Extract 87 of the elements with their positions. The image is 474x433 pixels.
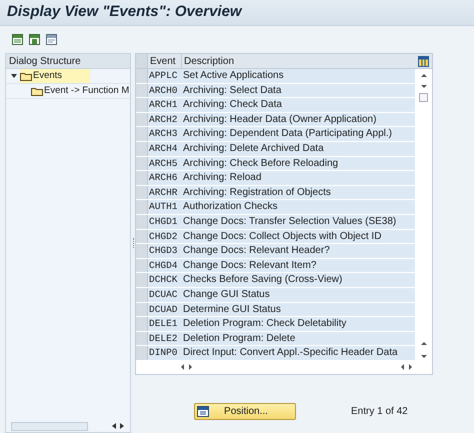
table-cell: DCUAD bbox=[148, 302, 181, 316]
table-cell: AUTH1 bbox=[148, 200, 181, 214]
table-cell: ARCH6 bbox=[148, 171, 181, 185]
table-cell: Change Docs: Relevant Item? bbox=[181, 258, 415, 272]
window-title: Display View "Events": Overview bbox=[7, 2, 242, 22]
column-settings-icon[interactable] bbox=[418, 56, 429, 67]
table-cell: Archiving: Check Before Reloading bbox=[181, 156, 415, 170]
row-selector[interactable] bbox=[136, 156, 148, 170]
row-selector[interactable] bbox=[136, 112, 148, 126]
table-cell: APPLC bbox=[148, 69, 181, 83]
table-cell: DCUAC bbox=[148, 288, 181, 302]
scroll-thumb[interactable] bbox=[419, 93, 428, 102]
table-cell: Archiving: Header Data (Owner Application) bbox=[181, 112, 415, 126]
table-cell: Archiving: Select Data bbox=[181, 84, 415, 98]
table-cell: ARCH0 bbox=[148, 84, 181, 98]
tree-item[interactable]: Events bbox=[20, 69, 90, 83]
document-icon[interactable] bbox=[46, 34, 57, 44]
table-icon[interactable] bbox=[12, 34, 23, 44]
row-selector[interactable] bbox=[136, 317, 148, 331]
table-cell: ARCH2 bbox=[148, 112, 181, 126]
table-cell: DELE2 bbox=[148, 332, 181, 346]
table-cell: Checks Before Saving (Cross-View) bbox=[181, 273, 415, 287]
table-cell: CHGD4 bbox=[148, 258, 181, 272]
scroll-left-icon[interactable] bbox=[112, 423, 116, 429]
panel-header: Dialog Structure bbox=[6, 54, 130, 69]
row-selector[interactable] bbox=[136, 258, 148, 272]
table-cell: Deletion Program: Delete bbox=[181, 332, 415, 346]
table-cell: ARCH3 bbox=[148, 127, 181, 141]
row-selector[interactable] bbox=[136, 200, 148, 214]
row-selector[interactable] bbox=[136, 346, 148, 360]
table-cell: CHGD1 bbox=[148, 214, 181, 229]
table-cell: Change Docs: Relevant Header? bbox=[181, 244, 415, 258]
scroll-right-icon[interactable] bbox=[409, 364, 412, 370]
scroll-left-icon[interactable] bbox=[401, 364, 404, 370]
tree-item[interactable]: Event -> Function M bbox=[31, 84, 130, 98]
row-selector[interactable] bbox=[136, 273, 148, 287]
column-header[interactable]: Event bbox=[148, 54, 181, 68]
scroll-down-icon[interactable] bbox=[420, 354, 426, 358]
row-selector[interactable] bbox=[136, 142, 148, 156]
entry-count: Entry 1 of 42 bbox=[351, 404, 408, 419]
row-selector[interactable] bbox=[136, 302, 148, 316]
table-cell: ARCH5 bbox=[148, 156, 181, 170]
table-cell: Change Docs: Transfer Selection Values (SE38) bbox=[181, 214, 415, 229]
table-cell: Authorization Checks bbox=[181, 200, 415, 214]
position-button[interactable]: Position... bbox=[194, 402, 296, 420]
scroll-left-icon[interactable] bbox=[181, 364, 184, 370]
scroll-up-icon[interactable] bbox=[420, 74, 426, 77]
scroll-right-icon[interactable] bbox=[120, 423, 124, 429]
table-cell: Archiving: Check Data bbox=[181, 98, 415, 112]
table-cell: Archiving: Dependent Data (Participating Appl.) bbox=[181, 127, 415, 141]
scroll-right-icon[interactable] bbox=[189, 364, 192, 370]
row-selector[interactable] bbox=[136, 127, 148, 141]
scroll-down-icon[interactable] bbox=[420, 85, 426, 88]
table-cell: ARCH4 bbox=[148, 142, 181, 156]
table-cell: Determine GUI Status bbox=[181, 302, 415, 316]
table-cell: Deletion Program: Check Deletability bbox=[181, 317, 415, 331]
folder-icon bbox=[31, 86, 43, 96]
table-cell: Change GUI Status bbox=[181, 288, 415, 302]
table-cell: Set Active Applications bbox=[181, 69, 415, 83]
row-selector[interactable] bbox=[136, 214, 148, 229]
scrollbar[interactable] bbox=[11, 422, 88, 430]
table-cell: ARCHR bbox=[148, 186, 181, 200]
row-selector[interactable] bbox=[136, 84, 148, 98]
table-icon[interactable] bbox=[29, 34, 40, 44]
table-cell: DINP0 bbox=[148, 346, 181, 360]
row-selector[interactable] bbox=[136, 230, 148, 244]
table-cell: DELE1 bbox=[148, 317, 181, 331]
scroll-up-icon[interactable] bbox=[420, 342, 426, 345]
table-cell: Direct Input: Convert Appl.-Specific Header Data bbox=[181, 346, 415, 360]
table-cell: Archiving: Delete Archived Data bbox=[181, 142, 415, 156]
row-selector[interactable] bbox=[136, 69, 148, 83]
table-cell: DCHCK bbox=[148, 273, 181, 287]
row-selector[interactable] bbox=[136, 171, 148, 185]
table-cell: ARCH1 bbox=[148, 98, 181, 112]
splitter-handle[interactable] bbox=[132, 238, 134, 248]
row-selector[interactable] bbox=[136, 288, 148, 302]
row-selector[interactable] bbox=[136, 98, 148, 112]
row-selector[interactable] bbox=[136, 332, 148, 346]
table-cell: Archiving: Reload bbox=[181, 171, 415, 185]
folder-icon bbox=[20, 72, 32, 80]
table-cell: CHGD3 bbox=[148, 244, 181, 258]
row-selector-header[interactable] bbox=[136, 54, 148, 68]
row-selector[interactable] bbox=[136, 186, 148, 200]
table-cell: Archiving: Registration of Objects bbox=[181, 186, 415, 200]
position-icon bbox=[197, 406, 209, 417]
table-cell: CHGD2 bbox=[148, 230, 181, 244]
table-cell: Change Docs: Collect Objects with Object ID bbox=[181, 230, 415, 244]
